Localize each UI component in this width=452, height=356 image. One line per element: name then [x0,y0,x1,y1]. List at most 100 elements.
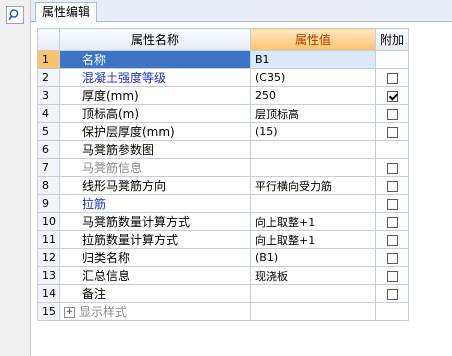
tab-bar: 属性编辑 [31,0,452,22]
property-value-cell[interactable] [250,194,376,213]
table-row[interactable]: 14 备注 [37,284,409,303]
checkbox[interactable] [386,288,398,300]
row-number[interactable]: 4 [37,104,60,123]
property-value-cell[interactable]: 250 [250,86,376,105]
checkbox[interactable] [386,72,398,84]
extra-cell [375,284,409,303]
property-name-cell[interactable]: 混凝土强度等级 [59,68,251,87]
property-name-cell[interactable]: 拉筋数量计算方式 [59,230,251,249]
checkbox[interactable] [386,252,398,264]
checkbox-checked[interactable] [386,90,398,102]
table-row[interactable]: 5 保护层厚度(mm) (15) [37,122,409,141]
extra-cell [375,212,409,231]
header-extra[interactable]: 附加 [375,28,409,51]
table-row[interactable]: 4 顶标高(m) 层顶标高 [37,104,409,123]
property-name-cell[interactable]: 顶标高(m) [59,104,251,123]
property-name-cell[interactable]: 线形马凳筋方向 [59,176,251,195]
property-name-cell[interactable]: 名称 [59,50,251,69]
table-row[interactable]: 11 拉筋数量计算方式 向上取整+1 [37,230,409,249]
tab-property-edit[interactable]: 属性编辑 [35,2,98,22]
extra-cell [375,248,409,267]
property-name-cell[interactable]: 拉筋 [59,194,251,213]
extra-cell [375,158,409,177]
table-row[interactable]: 3 厚度(mm) 250 [37,86,409,105]
row-number[interactable]: 12 [37,248,60,267]
property-value-cell[interactable] [250,302,376,321]
property-value-cell[interactable]: (15) [250,122,376,141]
property-value-cell[interactable]: 现浇板 [250,266,376,285]
extra-cell [375,302,409,321]
table-row[interactable]: 15 + 显示样式 [37,302,409,321]
row-number[interactable]: 11 [37,230,60,249]
row-number[interactable]: 7 [37,158,60,177]
search-icon [8,9,19,20]
row-number[interactable]: 3 [37,86,60,105]
property-name-cell[interactable]: 马凳筋数量计算方式 [59,212,251,231]
row-number[interactable]: 9 [37,194,60,213]
table-row[interactable]: 10 马凳筋数量计算方式 向上取整+1 [37,212,409,231]
extra-cell [375,176,409,195]
table-header-row: 属性名称 属性值 附加 [37,28,409,51]
property-name-cell[interactable]: 备注 [59,284,251,303]
property-value-cell[interactable]: (C35) [250,68,376,87]
property-name-cell[interactable]: 归类名称 [59,248,251,267]
checkbox[interactable] [386,198,398,210]
left-toolbar [0,0,31,356]
extra-cell [375,86,409,105]
property-grid-panel: 属性名称 属性值 附加 1 名称 B1 2 混凝土强度等级 (C35) 3 厚度(mm) 250… [31,22,452,356]
table-row[interactable]: 6 马凳筋参数图 [37,140,409,159]
table-row[interactable]: 7 马凳筋信息 [37,158,409,177]
search-button[interactable] [6,6,24,24]
row-number[interactable]: 14 [37,284,60,303]
table-row[interactable]: 13 汇总信息 现浇板 [37,266,409,285]
property-value-cell[interactable] [250,158,376,177]
expand-icon[interactable]: + [64,307,75,318]
property-value-cell[interactable]: 向上取整+1 [250,212,376,231]
checkbox[interactable] [386,108,398,120]
checkbox[interactable] [386,162,398,174]
extra-cell [375,230,409,249]
checkbox[interactable] [386,270,398,282]
checkbox[interactable] [386,180,398,192]
extra-cell [375,122,409,141]
row-number[interactable]: 13 [37,266,60,285]
header-property-value[interactable]: 属性值 [250,28,376,51]
table-row[interactable]: 12 归类名称 (B1) [37,248,409,267]
row-number[interactable]: 6 [37,140,60,159]
row-number[interactable]: 15 [37,302,60,321]
table-row[interactable]: 1 名称 B1 [37,50,409,69]
property-name-cell[interactable]: 马凳筋参数图 [59,140,251,159]
property-name-cell[interactable]: 保护层厚度(mm) [59,122,251,141]
property-name-cell[interactable]: 马凳筋信息 [59,158,251,177]
property-value-cell[interactable]: 向上取整+1 [250,230,376,249]
header-corner [37,28,60,51]
table-row[interactable]: 2 混凝土强度等级 (C35) [37,68,409,87]
row-number[interactable]: 10 [37,212,60,231]
checkbox[interactable] [386,216,398,228]
property-name-label: 显示样式 [79,305,128,319]
checkbox[interactable] [386,234,398,246]
extra-cell [375,104,409,123]
property-name-cell[interactable]: 汇总信息 [59,266,251,285]
extra-cell [375,50,409,69]
row-number[interactable]: 5 [37,122,60,141]
extra-cell [375,140,409,159]
property-value-cell[interactable]: (B1) [250,248,376,267]
property-value-cell[interactable] [250,284,376,303]
extra-cell [375,194,409,213]
checkbox[interactable] [386,126,398,138]
property-value-cell[interactable]: 层顶标高 [250,104,376,123]
table-row[interactable]: 9 拉筋 [37,194,409,213]
row-number[interactable]: 2 [37,68,60,87]
table-row[interactable]: 8 线形马凳筋方向 平行横向受力筋 [37,176,409,195]
extra-cell [375,266,409,285]
extra-cell [375,68,409,87]
property-value-cell[interactable] [250,140,376,159]
row-number[interactable]: 8 [37,176,60,195]
property-name-cell[interactable]: + 显示样式 [59,302,251,321]
property-name-cell[interactable]: 厚度(mm) [59,86,251,105]
header-property-name[interactable]: 属性名称 [59,28,251,51]
row-number[interactable]: 1 [37,50,60,69]
property-value-cell[interactable]: B1 [250,50,376,69]
property-value-cell[interactable]: 平行横向受力筋 [250,176,376,195]
